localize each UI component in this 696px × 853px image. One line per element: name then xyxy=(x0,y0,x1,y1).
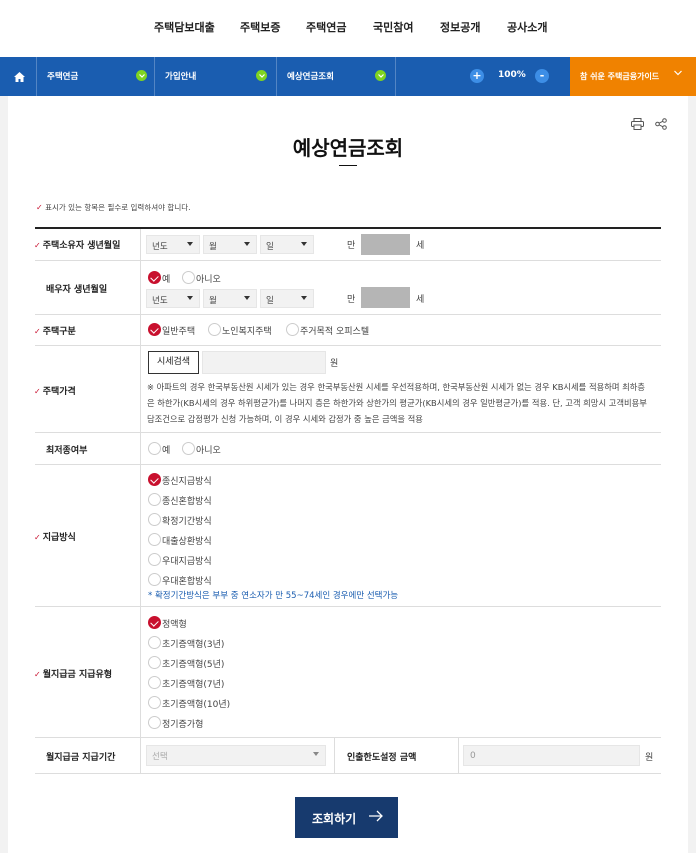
min-guarantee-label: 최저종여부 xyxy=(46,446,88,456)
spouse-age-suffix: 세 xyxy=(416,295,425,305)
check-icon: ✓ xyxy=(34,241,41,250)
owner-age-prefix: 만 xyxy=(347,241,356,251)
zoom-level: 100% xyxy=(498,70,526,80)
share-icon[interactable] xyxy=(655,118,669,132)
page-title: 예상연금조회 xyxy=(292,136,404,160)
chevron-down-icon xyxy=(674,69,682,78)
spouse-birth-day-select[interactable]: 일 xyxy=(260,289,314,308)
menu-housing-pension[interactable]: 주택연금 xyxy=(306,19,346,35)
check-icon: ✓ xyxy=(36,203,43,212)
monthly-initial-10y-radio[interactable]: 초기증액형(10년) xyxy=(148,696,248,710)
payment-method-note: * 확정기간방식은 부부 중 연소자가 만 55~74세인 경우에만 선택가능 xyxy=(148,591,399,601)
submit-label: 조회하기 xyxy=(312,812,357,826)
house-price-description: ※ 아파트의 경우 한국부동산원 시세가 있는 경우 한국부동산원 시세를 우선… xyxy=(147,382,647,424)
withdrawal-limit-unit: 원 xyxy=(645,753,654,763)
menu-information-disclosure[interactable]: 정보공개 xyxy=(440,19,480,35)
min-guarantee-yes-radio[interactable]: 예 xyxy=(148,442,184,456)
check-icon: ✓ xyxy=(34,327,41,336)
breadcrumb-level2[interactable]: 가입안내 xyxy=(154,57,276,96)
monthly-periodic-increase-radio[interactable]: 정기증가형 xyxy=(148,716,228,730)
breadcrumb-level2-label: 가입안내 xyxy=(165,72,197,82)
owner-birth-label: ✓ 주택소유자 생년월일 xyxy=(34,241,121,251)
house-type-label: ✓ 주택구분 xyxy=(34,327,76,337)
spouse-age-box xyxy=(361,287,410,308)
required-note: ✓ 표시가 있는 항목은 필수로 입력하셔야 합니다. xyxy=(36,202,191,213)
check-icon: ✓ xyxy=(34,387,41,396)
price-search-button[interactable]: 시세검색 xyxy=(148,351,199,374)
owner-birth-year-select[interactable]: 년도 xyxy=(146,235,200,254)
house-price-label: ✓ 주택가격 xyxy=(34,387,76,397)
breadcrumb-level3[interactable]: 예상연금조회 xyxy=(276,57,395,96)
submit-button[interactable]: 조회하기 xyxy=(295,797,398,838)
payment-lifetime-mixed-radio[interactable]: 종신혼합방식 xyxy=(148,493,228,507)
print-icon[interactable] xyxy=(631,118,645,132)
monthly-period-select[interactable]: 선택 xyxy=(146,745,326,766)
breadcrumb-level1[interactable]: 주택연금 xyxy=(36,57,154,96)
spouse-birth-label: 배우자 생년월일 xyxy=(46,285,108,295)
chevron-down-icon xyxy=(136,70,147,81)
owner-birth-month-select[interactable]: 월 xyxy=(203,235,257,254)
house-price-input[interactable] xyxy=(202,351,326,374)
monthly-initial-7y-radio[interactable]: 초기증액형(7년) xyxy=(148,676,238,690)
breadcrumb-level3-label: 예상연금조회 xyxy=(287,72,334,82)
arrow-right-icon xyxy=(368,809,384,826)
payment-fixed-term-radio[interactable]: 확정기간방식 xyxy=(148,513,228,527)
chevron-down-icon xyxy=(256,70,267,81)
min-guarantee-no-radio[interactable]: 아니오 xyxy=(182,442,232,456)
house-type-officetel-radio[interactable]: 주거목적 오피스텔 xyxy=(286,323,381,337)
required-note-text: 표시가 있는 항목은 필수로 입력하셔야 합니다. xyxy=(45,203,191,212)
spouse-no-radio[interactable]: 아니오 xyxy=(182,271,232,285)
payment-preferential-radio[interactable]: 우대지급방식 xyxy=(148,553,228,567)
check-icon: ✓ xyxy=(34,533,41,542)
monthly-type-label: ✓ 월지급금 지급유형 xyxy=(34,670,113,680)
breadcrumb-level1-label: 주택연금 xyxy=(47,72,79,82)
home-icon[interactable] xyxy=(8,67,30,87)
guide-label: 참 쉬운 주택금융가이드 xyxy=(580,72,660,81)
monthly-period-label: 월지급금 지급기간 xyxy=(46,753,116,763)
monthly-initial-5y-radio[interactable]: 초기증액형(5년) xyxy=(148,656,238,670)
payment-preferential-mixed-radio[interactable]: 우대혼합방식 xyxy=(148,573,228,587)
payment-loan-repay-radio[interactable]: 대출상환방식 xyxy=(148,533,228,547)
table-top-border xyxy=(35,227,661,229)
spouse-birth-year-select[interactable]: 년도 xyxy=(146,289,200,308)
spouse-age-prefix: 만 xyxy=(347,295,356,305)
monthly-fixed-radio[interactable]: 정액형 xyxy=(148,616,228,630)
menu-public-participation[interactable]: 국민참여 xyxy=(373,19,413,35)
owner-age-suffix: 세 xyxy=(416,241,425,251)
menu-mortgage-loan[interactable]: 주택담보대출 xyxy=(154,19,215,35)
top-navigation: 주택담보대출 주택보증 주택연금 국민참여 정보공개 공사소개 xyxy=(0,0,696,57)
owner-birth-day-select[interactable]: 일 xyxy=(260,235,314,254)
menu-about-corporation[interactable]: 공사소개 xyxy=(507,19,547,35)
monthly-initial-3y-radio[interactable]: 초기증액형(3년) xyxy=(148,636,238,650)
check-icon: ✓ xyxy=(34,670,41,679)
house-type-general-radio[interactable]: 일반주택 xyxy=(148,323,208,337)
owner-age-box xyxy=(361,234,410,255)
withdrawal-limit-label: 인출한도설정 금액 xyxy=(347,753,417,763)
housing-finance-guide-button[interactable]: 참 쉬운 주택금융가이드 xyxy=(570,57,696,96)
payment-lifetime-radio[interactable]: 종신지급방식 xyxy=(148,473,228,487)
zoom-out-button[interactable]: - xyxy=(535,69,549,83)
zoom-in-button[interactable]: + xyxy=(470,69,484,83)
menu-housing-guarantee[interactable]: 주택보증 xyxy=(240,19,280,35)
chevron-down-icon xyxy=(375,70,386,81)
house-price-unit: 원 xyxy=(330,359,339,369)
spouse-birth-month-select[interactable]: 월 xyxy=(203,289,257,308)
breadcrumb-bar: 주택연금 가입안내 예상연금조회 + 100% - 참 쉬운 주택금융가이드 xyxy=(0,57,696,96)
house-type-senior-welfare-radio[interactable]: 노인복지주택 xyxy=(208,323,284,337)
payment-method-label: ✓ 지급방식 xyxy=(34,533,76,543)
withdrawal-limit-input[interactable]: 0 xyxy=(463,745,640,766)
title-underline xyxy=(339,165,357,166)
